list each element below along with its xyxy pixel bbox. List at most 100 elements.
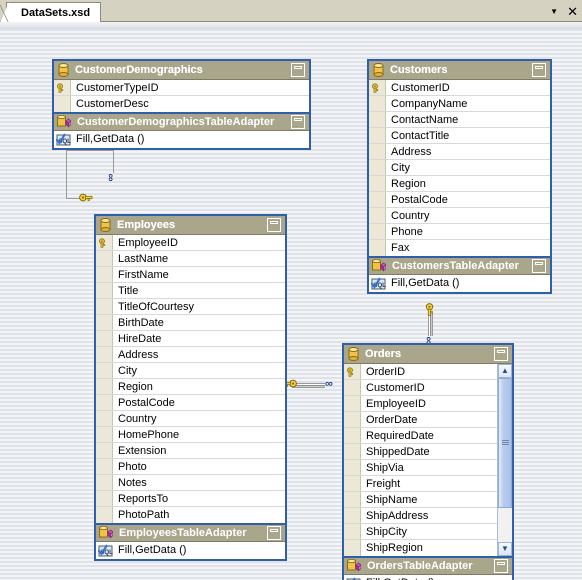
collapse-button-customer-demographics[interactable] xyxy=(291,63,305,77)
table-row[interactable]: Country xyxy=(369,208,550,224)
entity-columns-customer-demographics: CustomerTypeID CustomerDesc xyxy=(54,80,309,112)
table-row[interactable]: CustomerDesc xyxy=(54,96,309,112)
chevron-down-icon[interactable]: ▼ xyxy=(550,6,558,17)
table-cylinder-icon xyxy=(100,218,111,232)
table-row[interactable]: Address xyxy=(96,347,285,363)
column-name: LastName xyxy=(118,253,169,265)
table-row[interactable]: ShipCity xyxy=(344,524,497,540)
entity-header-customers[interactable]: Customers xyxy=(369,61,550,80)
table-row[interactable]: ShipAddress xyxy=(344,508,497,524)
close-icon[interactable]: ✕ xyxy=(567,5,578,18)
adapter-header-customer-demographics[interactable]: CustomerDemographicsTableAdapter xyxy=(54,112,309,131)
column-name: Notes xyxy=(118,477,147,489)
table-row[interactable]: EmployeeID xyxy=(96,235,285,251)
scrollbar-thumb[interactable] xyxy=(498,378,512,508)
table-row[interactable]: Country xyxy=(96,411,285,427)
scroll-up-button[interactable]: ▲ xyxy=(498,364,512,378)
table-row[interactable]: HireDate xyxy=(96,331,285,347)
table-row[interactable]: OrderDate xyxy=(344,412,497,428)
adapter-header-orders[interactable]: OrdersTableAdapter xyxy=(344,556,512,575)
table-row[interactable]: Extension xyxy=(96,443,285,459)
entity-header-orders[interactable]: Orders xyxy=(344,345,512,364)
adapter-query-row-orders[interactable]: SQL Fill,GetData () xyxy=(344,575,512,580)
column-name: Region xyxy=(391,178,426,190)
collapse-button-customer-demographics-adapter[interactable] xyxy=(291,115,305,129)
table-adapter-icon xyxy=(372,259,386,272)
table-row[interactable]: ShipVia xyxy=(344,460,497,476)
table-row[interactable]: FirstName xyxy=(96,267,285,283)
primary-key-icon xyxy=(99,238,106,248)
table-row[interactable]: PhotoPath xyxy=(96,507,285,523)
column-name: CustomerID xyxy=(366,382,425,394)
table-row[interactable]: Photo xyxy=(96,459,285,475)
table-row[interactable]: ContactTitle xyxy=(369,128,550,144)
table-row[interactable]: Title xyxy=(96,283,285,299)
table-row[interactable]: ReportsTo xyxy=(96,491,285,507)
entity-customers[interactable]: Customers CustomerID CompanyName Contact… xyxy=(367,59,552,294)
table-row[interactable]: EmployeeID xyxy=(344,396,497,412)
column-name: Extension xyxy=(118,445,167,457)
entity-header-employees[interactable]: Employees xyxy=(96,216,285,235)
column-name: City xyxy=(391,162,410,174)
table-row[interactable]: City xyxy=(369,160,550,176)
table-row[interactable]: HomePhone xyxy=(96,427,285,443)
table-row[interactable]: RequiredDate xyxy=(344,428,497,444)
collapse-button-employees-adapter[interactable] xyxy=(267,526,281,540)
column-name: ReportsTo xyxy=(118,493,169,505)
entity-header-customer-demographics[interactable]: CustomerDemographics xyxy=(54,61,309,80)
collapse-button-customers[interactable] xyxy=(532,63,546,77)
entity-title: Customers xyxy=(390,64,448,76)
table-row[interactable]: BirthDate xyxy=(96,315,285,331)
table-row[interactable]: ShippedDate xyxy=(344,444,497,460)
scroll-down-icon: ▼ xyxy=(501,544,509,553)
table-row[interactable]: ShipName xyxy=(344,492,497,508)
table-row[interactable]: LastName xyxy=(96,251,285,267)
column-name: CompanyName xyxy=(391,98,468,110)
table-row[interactable]: CompanyName xyxy=(369,96,550,112)
column-name: Phone xyxy=(391,226,423,238)
column-name: ShipName xyxy=(366,494,418,506)
table-row[interactable]: PostalCode xyxy=(369,192,550,208)
table-row[interactable]: ShipRegion xyxy=(344,540,497,556)
collapse-button-orders-adapter[interactable] xyxy=(494,559,508,573)
adapter-header-customers[interactable]: CustomersTableAdapter xyxy=(369,256,550,275)
table-row[interactable]: Region xyxy=(369,176,550,192)
adapter-title: CustomersTableAdapter xyxy=(392,260,519,272)
orders-vertical-scrollbar[interactable]: ▲ ▼ xyxy=(497,364,512,556)
entity-employees[interactable]: Employees EmployeeID LastName FirstName … xyxy=(94,214,287,561)
table-row[interactable]: Freight xyxy=(344,476,497,492)
entity-columns-orders: OrderID CustomerID EmployeeID OrderDate … xyxy=(344,364,512,556)
table-row[interactable]: Address xyxy=(369,144,550,160)
table-row[interactable]: CustomerID xyxy=(344,380,497,396)
adapter-header-employees[interactable]: EmployeesTableAdapter xyxy=(96,523,285,542)
table-row[interactable]: Notes xyxy=(96,475,285,491)
entity-customer-demographics[interactable]: CustomerDemographics CustomerTypeID Cust… xyxy=(52,59,311,150)
adapter-query-text: Fill,GetData () xyxy=(391,277,460,289)
adapter-query-row-customers[interactable]: SQL Fill,GetData () xyxy=(369,275,550,292)
table-row[interactable]: ContactName xyxy=(369,112,550,128)
dataset-design-surface[interactable]: ∞ ∞ ∞ CustomerDemographics CustomerTypeI… xyxy=(0,29,582,580)
entity-orders[interactable]: Orders OrderID CustomerID EmployeeID Ord… xyxy=(342,343,514,580)
table-row[interactable]: TitleOfCourtesy xyxy=(96,299,285,315)
table-row[interactable]: Phone xyxy=(369,224,550,240)
table-row[interactable]: Fax xyxy=(369,240,550,256)
sql-query-icon: SQL xyxy=(98,544,113,557)
column-name: City xyxy=(118,365,137,377)
entity-title: Employees xyxy=(117,219,176,231)
table-row[interactable]: Region xyxy=(96,379,285,395)
table-adapter-icon xyxy=(57,115,71,128)
tab-datasets-xsd[interactable]: DataSets.xsd xyxy=(0,2,102,24)
table-row[interactable]: PostalCode xyxy=(96,395,285,411)
column-name: HireDate xyxy=(118,333,162,345)
table-row[interactable]: CustomerTypeID xyxy=(54,80,309,96)
collapse-button-customers-adapter[interactable] xyxy=(532,259,546,273)
collapse-button-orders[interactable] xyxy=(494,347,508,361)
table-row[interactable]: CustomerID xyxy=(369,80,550,96)
adapter-query-row-customer-demographics[interactable]: SQL Fill,GetData () xyxy=(54,131,309,148)
table-row[interactable]: OrderID xyxy=(344,364,497,380)
table-row[interactable]: City xyxy=(96,363,285,379)
column-name: ShipVia xyxy=(366,462,404,474)
adapter-query-row-employees[interactable]: SQL Fill,GetData () xyxy=(96,542,285,559)
scroll-down-button[interactable]: ▼ xyxy=(498,542,512,556)
collapse-button-employees[interactable] xyxy=(267,218,281,232)
